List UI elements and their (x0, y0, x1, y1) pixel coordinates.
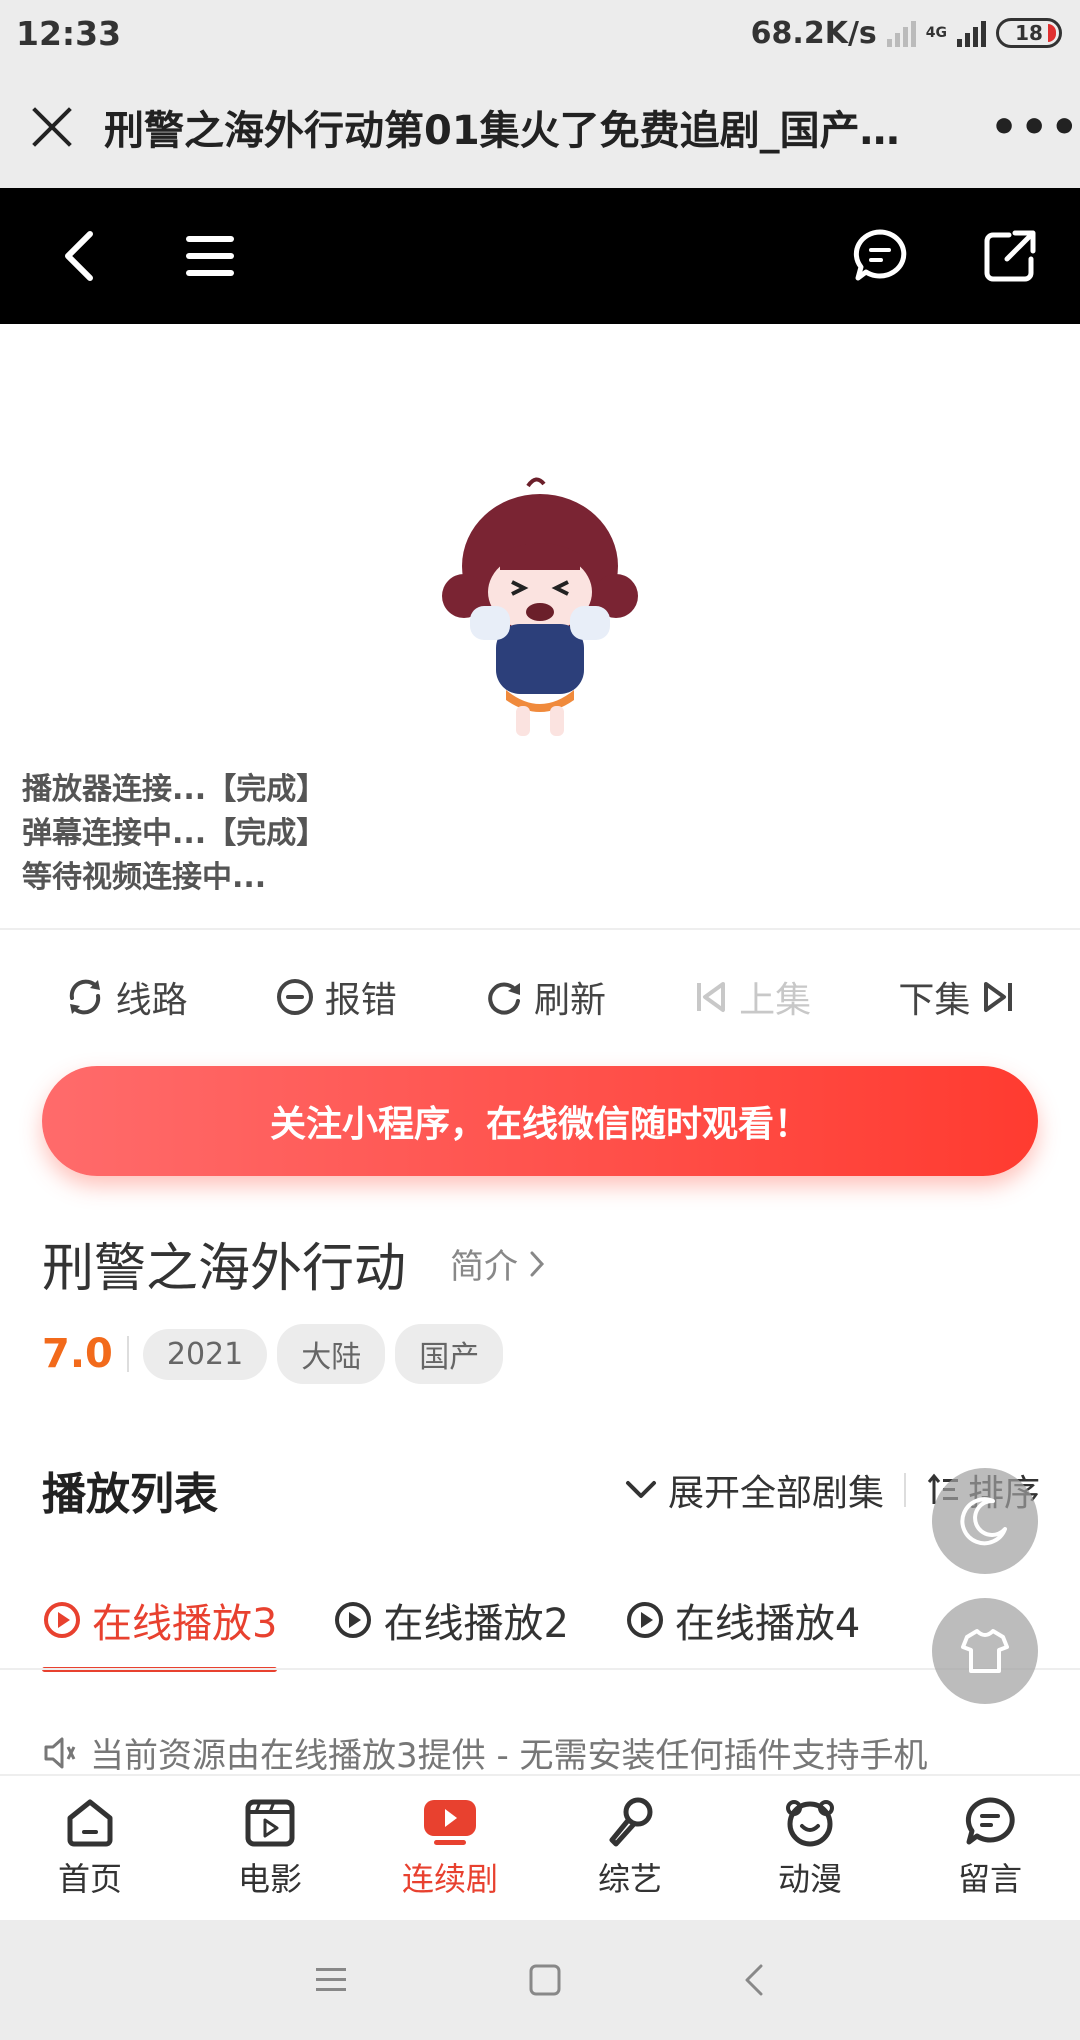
tag-year[interactable]: 2021 (142, 1328, 268, 1380)
status-indicators: 68.2K/s 4G 18 (751, 16, 1062, 51)
loading-status: 播放器连接...【完成】 弹幕连接中...【完成】 等待视频连接中... (22, 768, 326, 900)
next-episode-button[interactable]: 下集 (898, 971, 1016, 1023)
bottom-tab-bar: 首页 电影 连续剧 综艺 动漫 留言 (0, 1774, 1080, 1920)
back-icon[interactable] (50, 226, 110, 286)
chevron-right-icon (530, 1251, 545, 1276)
source-tabs: 在线播放3 在线播放2 在线播放4 (42, 1578, 860, 1672)
video-player[interactable]: 播放器连接...【完成】 弹幕连接中...【完成】 等待视频连接中... (0, 324, 1080, 930)
report-error-label: 报错 (324, 980, 397, 1021)
play-circle-icon (626, 1602, 663, 1638)
chevron-down-icon (625, 1481, 656, 1498)
signal-icon (957, 19, 986, 47)
tv-play-icon (424, 1800, 476, 1845)
bottom-tab-label: 留言 (957, 1860, 1022, 1898)
bottom-tab-label: 电影 (237, 1860, 302, 1898)
film-icon (245, 1799, 295, 1847)
source-notice: 当前资源由在线播放3提供 - 无需安装任何插件支持手机 (42, 1728, 1042, 1777)
player-actions: 线路 报错 刷新 上集 下集 (0, 942, 1080, 1052)
tag-category[interactable]: 国产 (395, 1324, 504, 1384)
bottom-tab-message[interactable]: 留言 (910, 1796, 1070, 1900)
network-type: 4G (925, 25, 947, 41)
next-episode-label: 下集 (898, 980, 971, 1021)
refresh-button[interactable]: 刷新 (484, 971, 606, 1023)
more-menu-button[interactable]: ••• (990, 102, 1078, 153)
intro-link[interactable]: 简介 (450, 1239, 546, 1288)
shirt-icon (961, 1629, 1009, 1673)
moon-icon (960, 1497, 1007, 1546)
source-tab-label: 在线播放3 (92, 1601, 278, 1647)
close-icon[interactable] (30, 105, 74, 149)
loading-line: 播放器连接...【完成】 (22, 772, 327, 807)
browser-title-bar: 刑警之海外行动第01集火了免费追剧_国产… ••• (0, 66, 1080, 188)
recent-apps-icon[interactable] (314, 1965, 348, 1995)
expand-episodes-button[interactable]: 展开全部剧集 (624, 1464, 884, 1516)
show-info: 刑警之海外行动 简介 (42, 1226, 546, 1301)
bear-icon (786, 1800, 834, 1847)
play-circle-icon (44, 1602, 80, 1638)
skip-next-icon (984, 982, 1013, 1012)
status-bar: 12:33 68.2K/s 4G 18 (0, 0, 1080, 66)
route-button[interactable]: 线路 (64, 971, 188, 1023)
playlist-heading: 播放列表 (42, 1469, 218, 1520)
home-button-icon[interactable] (528, 1963, 562, 1997)
skip-previous-icon (697, 982, 726, 1012)
intro-label: 简介 (450, 1247, 519, 1287)
system-nav-bar (0, 1920, 1080, 2040)
refresh-label: 刷新 (533, 980, 606, 1021)
tag-region[interactable]: 大陆 (277, 1324, 386, 1384)
bottom-tab-label: 综艺 (597, 1860, 662, 1898)
divider (0, 1668, 1080, 1670)
follow-miniprogram-banner[interactable]: 关注小程序，在线微信随时观看！ (42, 1066, 1038, 1176)
loading-line: 等待视频连接中... (22, 860, 267, 895)
menu-icon[interactable] (180, 226, 240, 286)
playlist-header: 播放列表 展开全部剧集 排序 (42, 1458, 1040, 1522)
bottom-tab-home[interactable]: 首页 (10, 1796, 170, 1900)
refresh-route-icon (69, 979, 100, 1015)
home-icon (67, 1799, 113, 1847)
source-tab[interactable]: 在线播放2 (333, 1578, 569, 1662)
source-tab[interactable]: 在线播放4 (625, 1578, 860, 1662)
speaker-icon (44, 1737, 76, 1768)
minus-circle-icon (276, 979, 313, 1015)
page-title: 刑警之海外行动第01集火了免费追剧_国产… (104, 108, 900, 154)
report-error-button[interactable]: 报错 (275, 971, 397, 1023)
battery-level: 18 (1015, 21, 1043, 45)
reload-icon (488, 982, 520, 1015)
bottom-tab-label: 动漫 (777, 1860, 842, 1898)
comment-icon[interactable] (850, 226, 910, 286)
night-mode-button[interactable] (932, 1468, 1038, 1574)
show-title: 刑警之海外行动 (42, 1239, 407, 1299)
bottom-tab-movie[interactable]: 电影 (190, 1796, 350, 1900)
source-tab[interactable]: 在线播放3 (42, 1578, 278, 1672)
share-icon[interactable] (980, 226, 1040, 286)
signal-icon-secondary (886, 19, 916, 47)
show-meta: 7.0 2021 大陆 国产 (42, 1324, 504, 1384)
microphone-icon (609, 1797, 653, 1847)
previous-episode-button[interactable]: 上集 (693, 971, 811, 1023)
source-tab-label: 在线播放2 (383, 1601, 569, 1647)
route-label: 线路 (115, 980, 188, 1021)
bottom-tab-label: 首页 (57, 1860, 122, 1898)
bottom-tab-variety[interactable]: 综艺 (550, 1796, 710, 1900)
loading-line: 弹幕连接中...【完成】 (22, 816, 327, 851)
previous-episode-label: 上集 (739, 980, 812, 1021)
divider (126, 1336, 129, 1372)
divider (903, 1473, 906, 1507)
battery-icon: 18 (996, 18, 1062, 48)
bottom-tab-anime[interactable]: 动漫 (730, 1796, 890, 1900)
skin-button[interactable] (932, 1598, 1038, 1704)
bottom-tab-series[interactable]: 连续剧 (370, 1796, 530, 1900)
system-back-icon[interactable] (742, 1963, 766, 1997)
bottom-tab-label: 连续剧 (401, 1860, 498, 1898)
status-time: 12:33 (16, 13, 122, 53)
site-nav-bar (0, 188, 1080, 324)
message-icon (965, 1797, 1015, 1845)
network-speed: 68.2K/s (750, 15, 877, 51)
play-circle-icon (335, 1602, 372, 1638)
loading-mascot-image (442, 477, 638, 736)
expand-episodes-label: 展开全部剧集 (667, 1473, 884, 1514)
rating-score: 7.0 (42, 1331, 113, 1377)
source-notice-text: 当前资源由在线播放3提供 - 无需安装任何插件支持手机 (90, 1736, 928, 1776)
source-tab-label: 在线播放4 (674, 1601, 861, 1647)
